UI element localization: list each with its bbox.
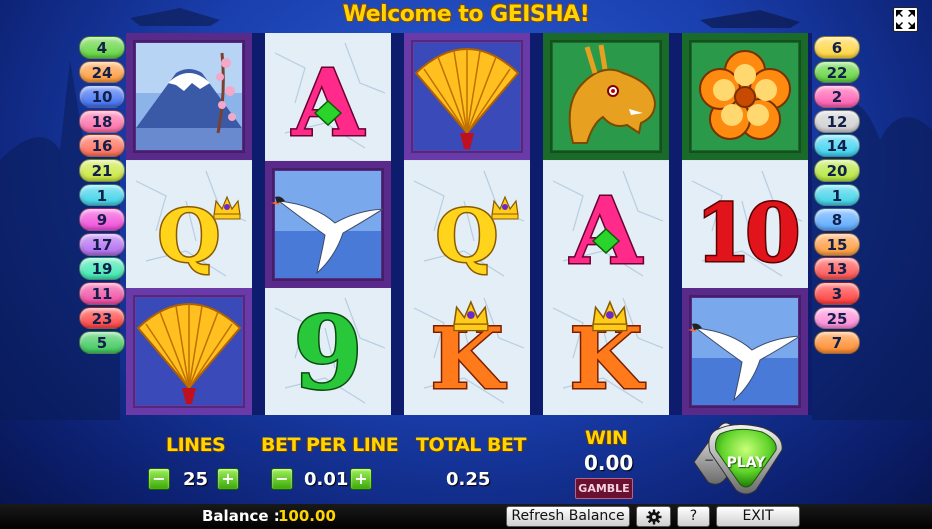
- payline-indicator[interactable]: 5: [79, 331, 125, 354]
- payline-indicator[interactable]: 13: [814, 257, 860, 281]
- symbol-mount-fuji: [126, 33, 252, 160]
- reel-1: Q: [126, 33, 252, 415]
- bet-per-line-label: BET PER LINE: [261, 434, 399, 456]
- reels-area: QA9QKAK10: [126, 33, 812, 415]
- win-label: WIN: [585, 427, 628, 449]
- payline-indicator[interactable]: 1: [814, 183, 860, 207]
- lines-plus-button[interactable]: +: [217, 468, 239, 490]
- paylines-right: 6 22 2 12 14 20 1 8 15 13 3 25 7: [814, 36, 860, 356]
- bet-minus-button[interactable]: −: [271, 468, 293, 490]
- total-bet-label: TOTAL BET: [416, 434, 526, 456]
- symbol-ace: A: [265, 33, 391, 160]
- reel-2: A9: [265, 33, 391, 415]
- symbol-queen: Q: [404, 160, 530, 288]
- symbol-ace: A: [543, 160, 669, 288]
- total-bet-value: 0.25: [446, 469, 491, 490]
- bet-plus-button[interactable]: +: [350, 468, 372, 490]
- plus-icon: +: [221, 469, 235, 488]
- fullscreen-icon: [896, 10, 915, 29]
- symbol-ten: 10: [682, 160, 808, 288]
- help-button[interactable]: ?: [677, 506, 710, 527]
- payline-indicator[interactable]: 6: [814, 36, 860, 59]
- reel-3: QK: [404, 33, 530, 415]
- payline-indicator[interactable]: 3: [814, 281, 860, 305]
- payline-indicator[interactable]: 15: [814, 232, 860, 256]
- lines-label: LINES: [166, 434, 226, 456]
- svg-text:Q: Q: [158, 193, 221, 278]
- payline-indicator[interactable]: 8: [814, 208, 860, 231]
- payline-indicator[interactable]: 22: [814, 60, 860, 84]
- fullscreen-button[interactable]: [893, 7, 918, 32]
- balance-label: Balance :: [202, 507, 280, 525]
- svg-text:10: 10: [695, 186, 797, 280]
- symbol-queen: Q: [126, 160, 252, 288]
- symbol-flower: [682, 33, 808, 160]
- payline-indicator[interactable]: 24: [79, 60, 125, 84]
- refresh-balance-button[interactable]: Refresh Balance: [506, 506, 630, 527]
- win-value: 0.00: [584, 451, 634, 475]
- payline-indicator[interactable]: 20: [814, 158, 860, 182]
- symbol-crane: [265, 160, 391, 288]
- payline-indicator[interactable]: 7: [814, 331, 860, 354]
- svg-text:9: 9: [293, 294, 363, 412]
- payline-indicator[interactable]: 2: [814, 85, 860, 108]
- symbol-dragon: [543, 33, 669, 160]
- payline-indicator[interactable]: 23: [79, 306, 125, 330]
- symbol-king: K: [543, 288, 669, 415]
- symbol-king: K: [404, 288, 530, 415]
- bet-per-line-value: 0.01: [304, 469, 349, 490]
- payline-indicator[interactable]: 19: [79, 257, 125, 281]
- svg-text:Q: Q: [436, 193, 499, 278]
- payline-indicator[interactable]: 10: [79, 85, 125, 108]
- symbol-fan: [126, 288, 252, 415]
- payline-indicator[interactable]: 14: [814, 134, 860, 158]
- payline-indicator[interactable]: 25: [814, 306, 860, 330]
- reel-5: 10: [682, 33, 808, 415]
- gear-icon: [646, 509, 661, 525]
- reel-4: AK: [543, 33, 669, 415]
- play-label: PLAY: [726, 455, 766, 471]
- minus-icon: −: [275, 469, 289, 488]
- play-button[interactable]: + − PLAY: [686, 418, 792, 498]
- payline-indicator[interactable]: 9: [79, 208, 125, 231]
- lines-value: 25: [183, 469, 209, 490]
- payline-indicator[interactable]: 16: [79, 134, 125, 158]
- symbol-fan: [404, 33, 530, 160]
- paylines-left: 4 24 10 18 16 21 1 9 17 19 11 23 5: [79, 36, 125, 356]
- payline-indicator[interactable]: 1: [79, 183, 125, 207]
- symbol-nine: 9: [265, 288, 391, 415]
- gamble-button[interactable]: GAMBLE: [575, 478, 633, 499]
- minus-icon: −: [152, 469, 166, 488]
- payline-indicator[interactable]: 21: [79, 158, 125, 182]
- payline-indicator[interactable]: 4: [79, 36, 125, 59]
- balance-value: 100.00: [278, 507, 336, 525]
- payline-indicator[interactable]: 11: [79, 281, 125, 305]
- plus-icon: +: [354, 469, 368, 488]
- payline-indicator[interactable]: 18: [79, 109, 125, 133]
- payline-indicator[interactable]: 17: [79, 232, 125, 256]
- payline-indicator[interactable]: 12: [814, 109, 860, 133]
- game-title: Welcome to GEISHA!: [342, 2, 590, 27]
- exit-button[interactable]: EXIT: [716, 506, 800, 527]
- settings-button[interactable]: [636, 506, 671, 527]
- lines-minus-button[interactable]: −: [148, 468, 170, 490]
- symbol-crane: [682, 288, 808, 415]
